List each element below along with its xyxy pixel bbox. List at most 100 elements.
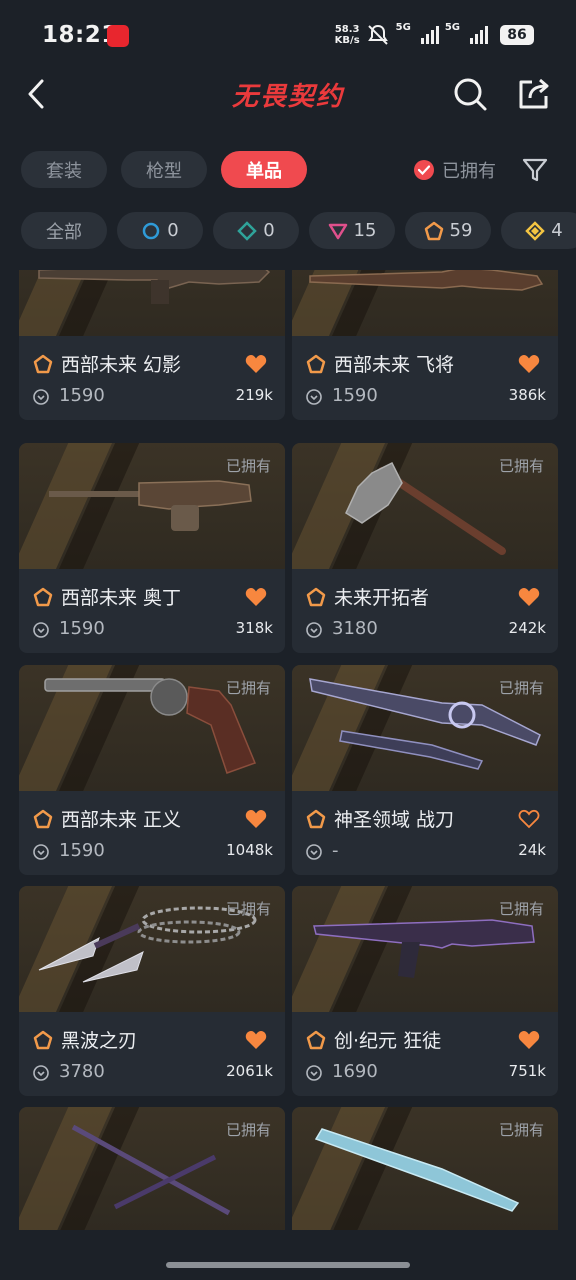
item-image: 已拥有: [292, 443, 558, 569]
tab-single-items[interactable]: 单品: [221, 151, 307, 188]
tier-exclusive-icon: [306, 809, 326, 829]
item-card[interactable]: 已拥有: [19, 1107, 285, 1230]
item-likes: 24k: [518, 841, 546, 859]
owned-label: 已拥有: [498, 1121, 544, 1139]
item-price: 1590: [59, 385, 105, 406]
item-price: 1590: [332, 385, 378, 406]
tier-premium-icon: [328, 223, 347, 239]
item-card[interactable]: 已拥有 创·纪元 狂徒 1690 751k: [292, 886, 558, 1096]
tier-exclusive-icon: [306, 587, 326, 607]
coin-icon: [33, 1065, 49, 1081]
item-grid: 西部未来 幻影 1590 219k 西部未来 飞将 1590 386k 已拥有 …: [0, 270, 576, 1230]
item-info: 神圣领域 战刀 - 24k: [292, 791, 558, 875]
tier-premium-count: 15: [353, 220, 377, 241]
item-likes: 219k: [235, 386, 273, 404]
heart-outline-icon[interactable]: [518, 809, 540, 829]
search-icon: [454, 78, 487, 111]
tier-ultra-icon: [525, 220, 546, 241]
tier-select-count: 0: [167, 220, 179, 241]
rifle-image: [38, 270, 271, 304]
item-image: 已拥有: [292, 1107, 558, 1230]
item-card[interactable]: 已拥有 西部未来 奥丁 1590 318k: [19, 443, 285, 653]
heart-filled-icon[interactable]: [245, 587, 267, 607]
heart-filled-icon[interactable]: [518, 1030, 540, 1050]
item-card[interactable]: 已拥有: [292, 1107, 558, 1230]
page-title-logo: 无畏契约: [231, 82, 344, 112]
item-image: 已拥有: [19, 886, 285, 1012]
share-icon: [519, 78, 549, 109]
heart-filled-icon[interactable]: [518, 354, 540, 374]
item-name: 神圣领域 战刀: [334, 809, 455, 831]
item-name: 西部未来 奥丁: [61, 587, 182, 609]
coin-icon: [306, 1065, 322, 1081]
item-likes: 1048k: [226, 841, 273, 859]
owned-label: 已拥有: [225, 679, 271, 697]
item-price: 1590: [59, 840, 105, 861]
status-indicators: 58.3 KB/s 5G 5G 86: [335, 20, 534, 50]
owned-label: 已拥有: [225, 457, 271, 475]
tier-exclusive-icon: [33, 809, 53, 829]
filter-button[interactable]: [522, 156, 548, 184]
search-button[interactable]: [452, 76, 488, 112]
tier-exclusive-count: 59: [449, 220, 473, 241]
tier-exclusive-icon: [33, 1030, 53, 1050]
item-info: 西部未来 飞将 1590 386k: [292, 336, 558, 420]
item-likes: 318k: [235, 619, 273, 637]
battery-icon: 86: [500, 25, 534, 45]
tier-filter-deluxe[interactable]: 0: [213, 212, 299, 249]
coin-icon: [306, 844, 322, 860]
battery-level: 86: [507, 27, 527, 43]
item-card[interactable]: 西部未来 飞将 1590 386k: [292, 270, 558, 420]
tier-select-icon: [143, 222, 160, 239]
coin-icon: [306, 622, 322, 638]
network-speed-value: 58.3: [334, 24, 360, 35]
item-info: 黑波之刃 3780 2061k: [19, 1012, 285, 1096]
heart-filled-icon[interactable]: [518, 587, 540, 607]
tier-exclusive-icon: [424, 221, 443, 240]
owned-label: 已拥有: [225, 900, 271, 918]
tab-weapon-types[interactable]: 枪型: [121, 151, 207, 188]
signal2-label: 5G: [444, 22, 460, 33]
item-info: 西部未来 幻影 1590 219k: [19, 336, 285, 420]
tier-deluxe-icon: [237, 220, 258, 241]
signal1-label: 5G: [395, 22, 411, 33]
owned-filter-label: 已拥有: [442, 161, 496, 182]
item-card[interactable]: 已拥有 西部未来 正义 1590 1048k: [19, 665, 285, 875]
heart-filled-icon[interactable]: [245, 354, 267, 374]
coin-icon: [306, 389, 322, 405]
tier-filter-ultra[interactable]: 4: [501, 212, 576, 249]
coin-icon: [33, 844, 49, 860]
home-indicator[interactable]: [166, 1262, 410, 1268]
item-info: 未来开拓者 3180 242k: [292, 569, 558, 653]
item-name: 西部未来 幻影: [61, 354, 182, 376]
tab-bundles[interactable]: 套装: [21, 151, 107, 188]
item-price: 3780: [59, 1061, 105, 1082]
item-card[interactable]: 已拥有 未来开拓者 3180 242k: [292, 443, 558, 653]
item-image: 已拥有: [292, 886, 558, 1012]
tier-exclusive-icon: [33, 587, 53, 607]
item-card[interactable]: 已拥有 神圣领域 战刀 - 24k: [292, 665, 558, 875]
item-price: 1590: [59, 618, 105, 639]
status-bar: 18:21 58.3 KB/s 5G 5G 86: [0, 0, 576, 70]
tier-exclusive-icon: [306, 1030, 326, 1050]
item-info: 西部未来 奥丁 1590 318k: [19, 569, 285, 653]
item-image: [19, 270, 285, 336]
heart-filled-icon[interactable]: [245, 1030, 267, 1050]
tier-filter-select[interactable]: 0: [117, 212, 203, 249]
tier-filter-premium[interactable]: 15: [309, 212, 395, 249]
item-info: 创·纪元 狂徒 1690 751k: [292, 1012, 558, 1096]
item-likes: 242k: [508, 619, 546, 637]
item-card[interactable]: 已拥有 黑波之刃 3780 2061k: [19, 886, 285, 1096]
checkmark-icon: [414, 160, 434, 180]
tier-filter-bar: 全部 0 0 15 59 4: [21, 212, 576, 249]
item-likes: 386k: [508, 386, 546, 404]
share-button[interactable]: [516, 76, 552, 112]
item-card[interactable]: 西部未来 幻影 1590 219k: [19, 270, 285, 420]
item-name: 黑波之刃: [61, 1030, 138, 1052]
owned-filter-toggle[interactable]: 已拥有: [414, 157, 496, 183]
tier-ultra-count: 4: [551, 220, 563, 241]
tier-filter-all[interactable]: 全部: [21, 212, 107, 249]
item-image: 已拥有: [19, 443, 285, 569]
heart-filled-icon[interactable]: [245, 809, 267, 829]
tier-filter-exclusive[interactable]: 59: [405, 212, 491, 249]
